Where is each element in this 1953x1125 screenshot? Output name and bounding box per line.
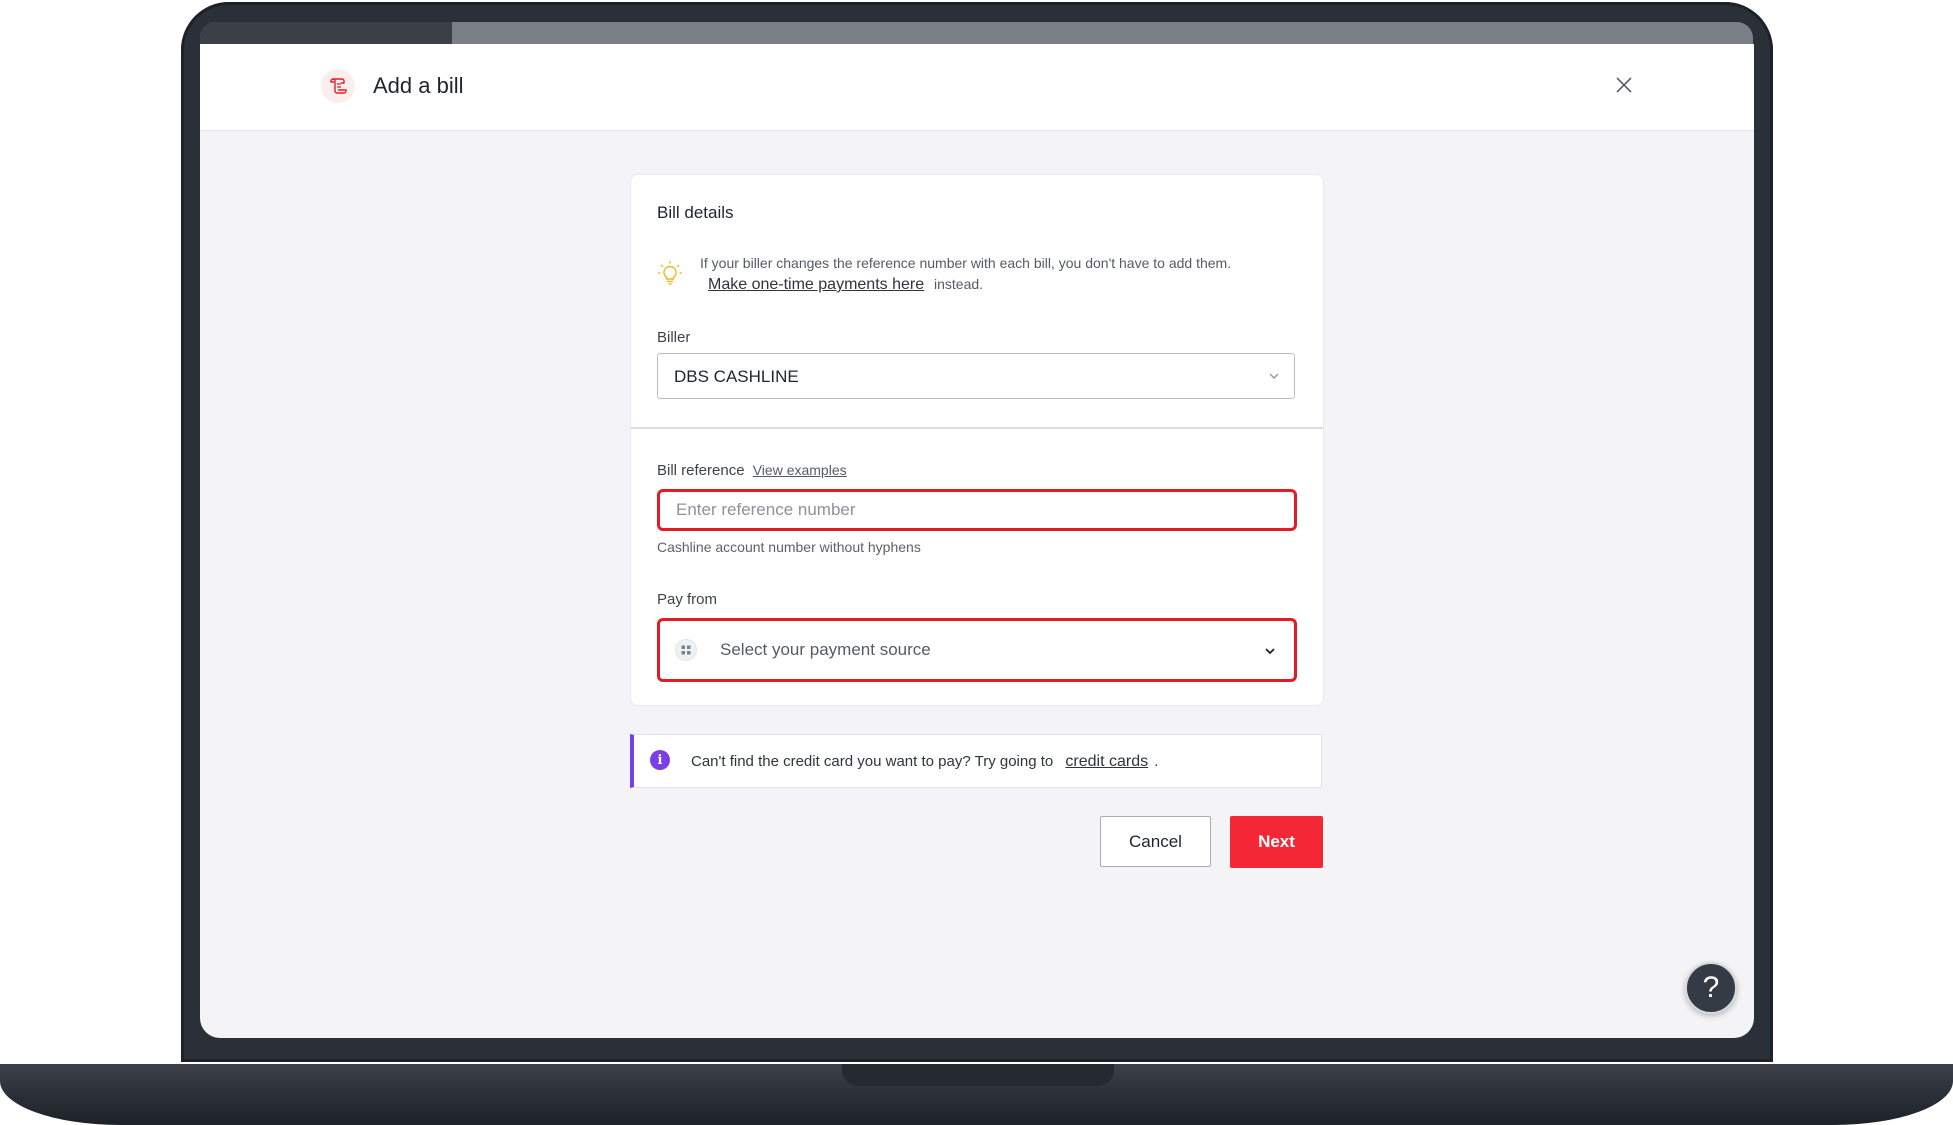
bill-receipt-icon [321, 69, 355, 103]
tip-text-after: instead. [934, 276, 984, 292]
biller-value: DBS CASHLINE [674, 367, 799, 386]
info-suffix: . [1154, 753, 1159, 770]
tip-message: If your biller changes the reference num… [700, 253, 1280, 295]
laptop-screen: Add a bill Bill details If your biller c… [200, 44, 1754, 1038]
biller-label: Biller [657, 329, 691, 346]
reference-helper-text: Cashline account number without hyphens [657, 539, 921, 555]
payment-source-icon [675, 639, 697, 661]
bill-reference-label-row: Bill reference View examples [657, 462, 847, 479]
modal-header: Add a bill [200, 44, 1754, 131]
info-text: Can't find the credit card you want to p… [691, 753, 1054, 770]
next-button[interactable]: Next [1230, 816, 1323, 868]
laptop-screen-topbar-left [200, 22, 452, 44]
biller-select[interactable]: DBS CASHLINE [657, 353, 1295, 399]
view-examples-link[interactable]: View examples [753, 462, 847, 478]
cancel-button[interactable]: Cancel [1100, 816, 1211, 867]
page-title: Add a bill [373, 73, 464, 98]
reference-number-input[interactable] [657, 489, 1297, 531]
section-divider [631, 427, 1323, 429]
pay-from-label: Pay from [657, 591, 718, 608]
info-icon: i [650, 750, 670, 770]
laptop-notch [842, 1064, 1114, 1086]
help-button[interactable]: ? [1685, 962, 1737, 1014]
section-title: Bill details [657, 203, 734, 222]
payment-source-placeholder: Select your payment source [720, 640, 931, 659]
bill-details-card: Bill details If your biller changes the … [630, 174, 1324, 706]
credit-card-info-banner: i Can't find the credit card you want to… [630, 734, 1322, 788]
payment-source-select[interactable]: Select your payment source [657, 618, 1297, 682]
chevron-down-icon [1269, 373, 1279, 379]
chevron-down-icon [1265, 648, 1275, 655]
one-time-payment-link[interactable]: Make one-time payments here [708, 276, 924, 293]
tip-text-before: If your biller changes the reference num… [700, 255, 1232, 271]
close-icon[interactable] [1612, 73, 1636, 97]
lightbulb-icon [657, 260, 683, 286]
bill-reference-label: Bill reference [657, 462, 745, 479]
credit-cards-link[interactable]: credit cards [1065, 753, 1148, 770]
info-message: Can't find the credit card you want to p… [691, 753, 1158, 771]
